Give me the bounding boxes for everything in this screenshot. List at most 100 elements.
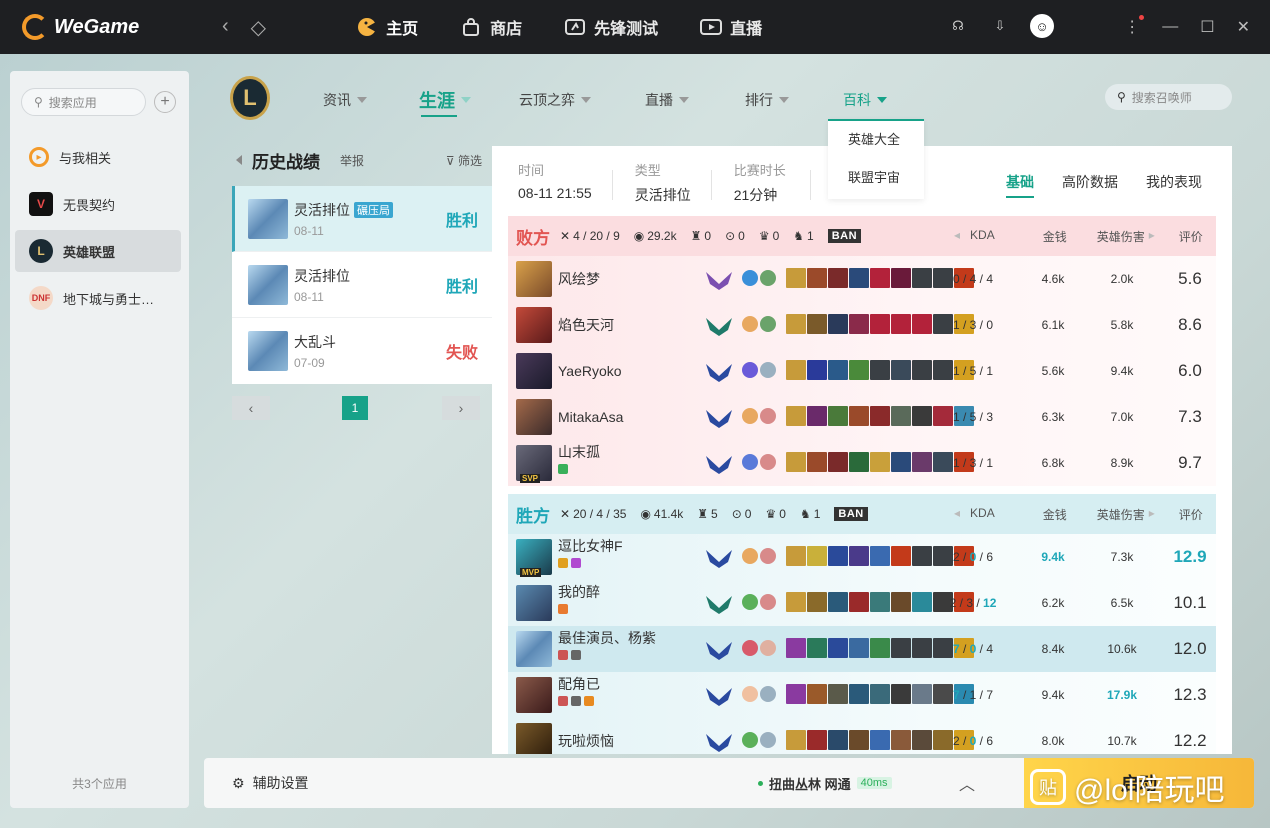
kda-stat: ✕ 20 / 4 / 35 (560, 507, 627, 521)
back-icon[interactable]: ‹ (222, 15, 229, 40)
tab-ranking[interactable]: 排行 (745, 86, 789, 114)
controller-icon[interactable]: ☊ (946, 14, 970, 38)
sidebar-item-related[interactable]: ▸ 与我相关 (15, 136, 181, 178)
champion-avatar (516, 631, 552, 667)
tab-live[interactable]: 直播 (645, 86, 689, 114)
menu-item-universe[interactable]: 联盟宇宙 (828, 159, 924, 197)
collapse-arrow-icon[interactable] (236, 155, 242, 165)
caret-down-icon (877, 97, 887, 103)
rank-wings-icon (706, 272, 732, 290)
search-app-input[interactable]: ⚲ 搜索应用 (21, 88, 146, 116)
lol-logo[interactable]: L (230, 76, 270, 120)
summoner-search-input[interactable]: ⚲ 搜索召唤师 (1105, 84, 1232, 110)
add-app-button[interactable]: + (154, 91, 176, 113)
match-result: 胜利 (445, 212, 478, 230)
stomp-tag: 碾压局 (354, 201, 393, 218)
close-icon[interactable]: ✕ (1237, 17, 1250, 37)
history-header: 历史战绩 举报 ⊽ 筛选 (232, 146, 492, 174)
tab-basic[interactable]: 基础 (1006, 172, 1034, 198)
sidebar-item-valorant[interactable]: V 无畏契约 (15, 183, 181, 225)
caret-down-icon (679, 97, 689, 103)
tab-my-performance[interactable]: 我的表现 (1146, 172, 1202, 198)
tab-advanced[interactable]: 高阶数据 (1062, 172, 1118, 198)
tower-stat: ♜ 5 (697, 507, 718, 521)
table-row[interactable]: 我的醉 2 / 3 / 12 6.2k 6.5k 10.1 (508, 580, 1216, 626)
nav-tab-live[interactable]: 直播 (700, 15, 762, 39)
tab-tft[interactable]: 云顶之弈 (519, 86, 591, 114)
tab-career[interactable]: 生涯 (419, 86, 471, 114)
match-detail: 时间 08-11 21:55 类型 灵活排位 比赛时长 21分钟 基础 高阶数据 我的… (492, 146, 1232, 754)
avatar[interactable]: ☺ (1030, 14, 1054, 38)
lol-tabs: 资讯 生涯 云顶之弈 直播 排行 百科 (323, 86, 939, 114)
spell-icon (760, 408, 776, 424)
minimize-icon[interactable]: — (1162, 18, 1178, 36)
tab-news[interactable]: 资讯 (323, 86, 367, 114)
scroll-right-icon[interactable]: ▸ (1149, 506, 1155, 523)
scroll-left-icon[interactable]: ◂ (954, 506, 960, 523)
sidebar-item-dnf[interactable]: DNF 地下城与勇士… (15, 277, 181, 319)
page-number[interactable]: 1 (342, 396, 368, 420)
forward-diamond-icon[interactable]: ◇ (251, 15, 266, 40)
coin-icon: ◉ (640, 507, 651, 521)
match-item[interactable]: 灵活排位 08-11 胜利 (232, 252, 492, 318)
top-bar: WeGame ‹ ◇ 主页 商店 先锋测试 直播 ☊ ⇩ ☺ ⋮ — ☐ ✕ (0, 0, 1270, 54)
team-header-lose: 败方 ✕ 4 / 20 / 9 ◉ 29.2k ♜ 0 ⊙ 0 ♛ 0 ♞ 1 BAN ◂ … (508, 216, 1216, 256)
chevron-up-icon[interactable]: ︿ (959, 771, 975, 795)
table-row[interactable]: MVP 逗比女神F 2 / 0 / 6 9.4k 7.3k 12.9 (508, 534, 1216, 580)
champion-thumbnail (248, 198, 288, 239)
rank-wings-icon (706, 596, 732, 614)
table-row[interactable]: YaeRyoko 1 / 5 / 1 5.6k 9.4k 6.0 (508, 348, 1216, 394)
tab-wiki[interactable]: 百科 (843, 86, 887, 114)
server-selector[interactable]: 扭曲丛林 网通 40ms (758, 774, 892, 793)
rank-wings-icon (706, 642, 732, 660)
ban-button[interactable]: BAN (827, 229, 862, 243)
spell-icon (760, 640, 776, 656)
test-icon (564, 17, 586, 37)
champion-avatar (516, 307, 552, 343)
pagination: ‹ 1 › (232, 396, 480, 420)
table-row[interactable]: MitakaAsa 1 / 5 / 3 6.3k 7.0k 7.3 (508, 394, 1216, 440)
nav-tab-home[interactable]: 主页 (356, 15, 418, 39)
assist-settings-button[interactable]: ⚙ 辅助设置 (232, 773, 309, 793)
history-title: 历史战绩 (252, 152, 320, 172)
match-item[interactable]: 大乱斗 07-09 失败 (232, 318, 492, 384)
next-page-button[interactable]: › (442, 396, 480, 420)
gear-icon: ⚙ (232, 774, 245, 791)
spell-icon (742, 732, 758, 748)
gold-stat: ◉ 29.2k (633, 229, 677, 243)
download-icon[interactable]: ⇩ (988, 14, 1012, 38)
nav-tab-test[interactable]: 先锋测试 (564, 15, 658, 39)
champion-avatar (516, 261, 552, 297)
swords-icon: ✕ (560, 507, 571, 521)
filter-button[interactable]: ⊽ 筛选 (446, 152, 482, 169)
wegame-logo[interactable]: WeGame (22, 14, 192, 40)
wegame-logo-icon (22, 14, 48, 40)
table-row[interactable]: 风绘梦 0 / 4 / 4 4.6k 2.0k 5.6 (508, 256, 1216, 302)
prev-page-button[interactable]: ‹ (232, 396, 270, 420)
champion-thumbnail (248, 264, 288, 305)
match-item[interactable]: 灵活排位 碾压局 08-11 胜利 (232, 186, 492, 252)
scroll-left-icon[interactable]: ◂ (954, 228, 960, 245)
table-row[interactable]: 焰色天河 1 / 3 / 0 6.1k 5.8k 8.6 (508, 302, 1216, 348)
table-row[interactable]: 最佳演员、杨紫 7 / 0 / 4 8.4k 10.6k 12.0 (508, 626, 1216, 672)
spell-icon (742, 640, 758, 656)
table-row[interactable]: SVP 山末孤 1 / 3 / 1 6.8k 8.9k 9.7 (508, 440, 1216, 486)
spell-icon (742, 594, 758, 610)
pacman-icon (356, 17, 378, 37)
sidebar-item-lol[interactable]: L 英雄联盟 (15, 230, 181, 272)
scroll-right-icon[interactable]: ▸ (1149, 228, 1155, 245)
champion-avatar (516, 353, 552, 389)
status-dot-icon (758, 780, 763, 786)
more-icon[interactable]: ⋮ (1124, 15, 1145, 37)
champion-thumbnail (248, 331, 288, 371)
nav-tab-shop[interactable]: 商店 (460, 15, 522, 39)
coin-icon: ◉ (633, 229, 645, 243)
report-button[interactable]: 举报 (340, 152, 364, 169)
ban-button[interactable]: BAN (834, 507, 868, 521)
menu-item-champions[interactable]: 英雄大全 (828, 121, 924, 159)
table-row[interactable]: 配角已 7 / 1 / 7 9.4k 17.9k 12.3 (508, 672, 1216, 718)
table-row[interactable]: 玩啦烦恼 2 / 0 / 6 8.0k 10.7k 12.2 (508, 718, 1216, 754)
maximize-icon[interactable]: ☐ (1200, 17, 1214, 37)
spell-icon (760, 732, 776, 748)
watermark: 贴 @lol陪玩吧 (1030, 765, 1224, 809)
